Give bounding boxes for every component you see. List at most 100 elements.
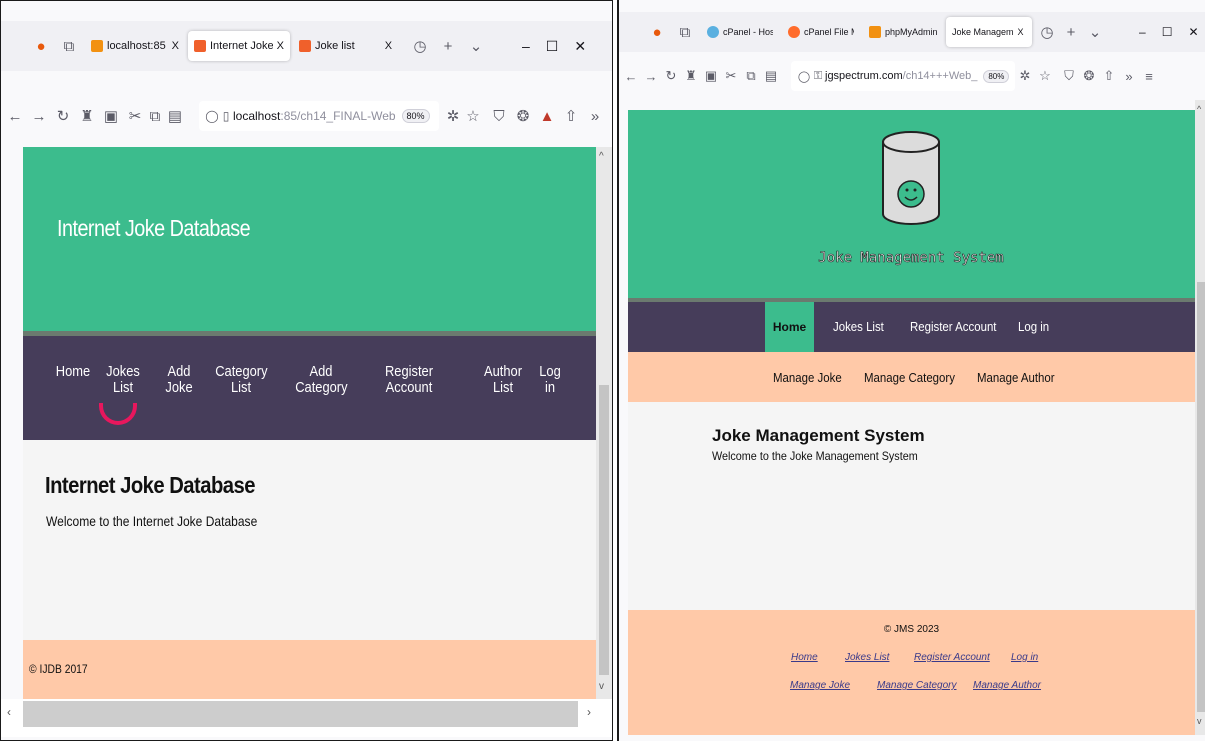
history-icon[interactable]: ◷ xyxy=(410,36,430,56)
save-icon[interactable]: ▣ xyxy=(101,106,121,126)
vertical-scrollbar[interactable]: ^ v xyxy=(596,147,612,699)
nav-jokes-list[interactable]: Jokes List xyxy=(106,364,140,396)
subnav-manage-author[interactable]: Manage Author xyxy=(977,370,1055,385)
maximize-icon[interactable]: ☐ xyxy=(546,38,559,55)
close-icon[interactable]: X xyxy=(1018,27,1024,37)
right-tab-joke-management[interactable]: Joke Managem X xyxy=(946,17,1032,47)
vertical-scrollbar[interactable]: ^ v xyxy=(1195,100,1205,735)
back-icon[interactable]: ← xyxy=(621,66,641,86)
minimize-icon[interactable]: – xyxy=(1139,25,1146,39)
tab-overview-icon[interactable]: ⧉ xyxy=(675,22,695,42)
nav-add-category[interactable]: Add Category xyxy=(295,364,347,396)
bookmark-star-icon[interactable]: ☆ xyxy=(463,106,483,126)
close-icon[interactable]: X xyxy=(277,40,284,52)
paste-icon[interactable]: ▤ xyxy=(165,106,185,126)
nav-author-list[interactable]: Author List xyxy=(482,364,523,396)
subnav-manage-category[interactable]: Manage Category xyxy=(864,370,955,385)
right-address-bar[interactable]: ◯ ⚿ jgspectrum.com/ch14+++Web_ 80% xyxy=(791,61,1015,91)
left-tab-joke-list[interactable]: Joke list X xyxy=(293,31,403,61)
menu-icon[interactable]: ≡ xyxy=(1139,66,1159,86)
zoom-badge[interactable]: 80% xyxy=(401,109,430,123)
nav-jokes-list[interactable]: Jokes List xyxy=(833,319,884,334)
left-tab-ijdb[interactable]: Internet Joke Datab X xyxy=(188,31,290,61)
pocket-icon[interactable]: ⛉ xyxy=(489,106,509,126)
forward-icon[interactable]: → xyxy=(29,106,49,126)
minimize-icon[interactable]: – xyxy=(522,38,530,54)
firefox-icon[interactable]: ● xyxy=(31,36,51,56)
right-tab-cpanel-host[interactable]: cPanel - Host xyxy=(701,17,779,47)
back-icon[interactable]: ← xyxy=(5,106,25,126)
page-icon xyxy=(299,40,311,52)
footer-link-manage-author[interactable]: Manage Author xyxy=(973,680,1041,691)
footer-link-register-account[interactable]: Register Account xyxy=(914,652,990,663)
paste-icon[interactable]: ▤ xyxy=(761,66,781,86)
subnav-manage-joke[interactable]: Manage Joke xyxy=(773,370,842,385)
footer-copyright: © IJDB 2017 xyxy=(29,662,88,676)
rocket-icon[interactable]: ▲ xyxy=(537,106,557,126)
new-tab-icon[interactable]: + xyxy=(1061,22,1081,42)
scrollbar-thumb[interactable] xyxy=(23,701,578,727)
nav-add-joke[interactable]: Add Joke xyxy=(162,364,196,396)
more-tools-icon[interactable]: » xyxy=(585,106,605,126)
save-icon[interactable]: ▣ xyxy=(701,66,721,86)
chevron-down-icon[interactable]: ⌄ xyxy=(466,36,486,56)
nav-home[interactable]: Home xyxy=(765,302,814,352)
scrollbar-thumb[interactable] xyxy=(599,385,609,675)
tab-overview-icon[interactable]: ⧉ xyxy=(59,36,79,56)
scroll-down-icon[interactable]: v xyxy=(1197,716,1202,726)
extension-icon[interactable]: ❂ xyxy=(513,106,533,126)
nav-category-list[interactable]: Category List xyxy=(215,364,267,396)
right-tab-cpanel-file[interactable]: cPanel File M xyxy=(782,17,860,47)
forward-icon[interactable]: → xyxy=(641,66,661,86)
scroll-left-icon[interactable]: ‹ xyxy=(7,705,11,719)
reload-icon[interactable]: ↻ xyxy=(53,106,73,126)
reload-icon[interactable]: ↻ xyxy=(661,66,681,86)
bookmark-star-icon[interactable]: ☆ xyxy=(1035,66,1055,86)
history-icon[interactable]: ◷ xyxy=(1037,22,1057,42)
scroll-up-icon[interactable]: ^ xyxy=(599,151,604,162)
window-close-icon[interactable]: ✕ xyxy=(574,38,586,55)
close-icon[interactable]: X xyxy=(385,40,392,52)
footer-link-manage-joke[interactable]: Manage Joke xyxy=(790,680,850,691)
scrollbar-thumb[interactable] xyxy=(1197,282,1205,712)
nav-log-in[interactable]: Log in xyxy=(1018,319,1049,334)
firefox-icon[interactable]: ● xyxy=(647,22,667,42)
footer-link-jokes-list[interactable]: Jokes List xyxy=(845,652,889,663)
scroll-down-icon[interactable]: v xyxy=(599,681,604,692)
maximize-icon[interactable]: ☐ xyxy=(1162,25,1173,39)
share-icon[interactable]: ⇧ xyxy=(561,106,581,126)
nav-home[interactable]: Home xyxy=(56,364,90,380)
cut-icon[interactable]: ✂ xyxy=(721,66,741,86)
horizontal-scrollbar[interactable]: ‹ › xyxy=(1,699,612,737)
extension-puzzle-icon[interactable]: ✲ xyxy=(1015,66,1035,86)
page-icon xyxy=(194,40,206,52)
more-tools-icon[interactable]: » xyxy=(1119,66,1139,86)
pocket-icon[interactable]: ⛉ xyxy=(1059,66,1079,86)
cut-icon[interactable]: ✂ xyxy=(125,106,145,126)
share-icon[interactable]: ⇧ xyxy=(1099,66,1119,86)
footer-link-home[interactable]: Home xyxy=(791,652,818,663)
footer-link-manage-category[interactable]: Manage Category xyxy=(877,680,957,691)
scroll-up-icon[interactable]: ^ xyxy=(1197,104,1201,114)
copy-icon[interactable]: ⧉ xyxy=(741,66,761,86)
left-tab-phpmyadmin[interactable]: localhost:85 / 127.0 X xyxy=(85,31,185,61)
scroll-right-icon[interactable]: › xyxy=(587,705,591,719)
chevron-down-icon[interactable]: ⌄ xyxy=(1085,22,1105,42)
close-icon[interactable]: X xyxy=(172,40,179,52)
extension-icon[interactable]: ❂ xyxy=(1079,66,1099,86)
extension-icon[interactable]: ♜ xyxy=(77,106,97,126)
footer-link-log-in[interactable]: Log in xyxy=(1011,652,1038,663)
left-browser-window: ● ⧉ localhost:85 / 127.0 X Internet Joke… xyxy=(0,0,613,741)
right-tab-phpmyadmin[interactable]: phpMyAdmin xyxy=(863,17,943,47)
window-close-icon[interactable]: ✕ xyxy=(1188,25,1198,39)
nav-register-account[interactable]: Register Account xyxy=(383,364,435,396)
extension-puzzle-icon[interactable]: ✲ xyxy=(443,106,463,126)
nav-register-account[interactable]: Register Account xyxy=(910,319,996,334)
copy-icon[interactable]: ⧉ xyxy=(145,106,165,126)
zoom-badge[interactable]: 80% xyxy=(983,69,1010,83)
new-tab-icon[interactable]: + xyxy=(438,36,458,56)
nav-log-in[interactable]: Log in xyxy=(537,364,563,396)
menu-icon[interactable]: ≡ xyxy=(609,106,612,126)
extension-icon[interactable]: ♜ xyxy=(681,66,701,86)
left-address-bar[interactable]: ◯ ▯ localhost:85/ch14_FINAL-Web 80% xyxy=(199,101,439,131)
